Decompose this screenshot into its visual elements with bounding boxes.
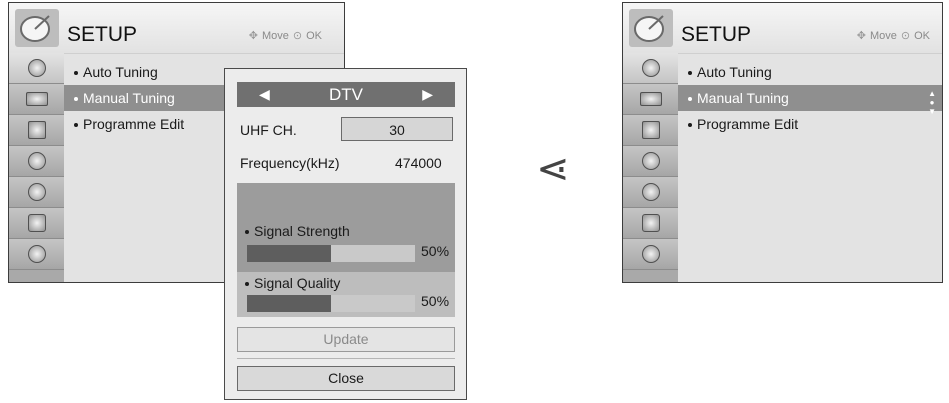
channel-input[interactable]: 30 xyxy=(341,117,453,141)
menu-title: SETUP xyxy=(681,23,752,46)
sidebar-item-audio[interactable] xyxy=(623,115,678,146)
sidebar-item-picture[interactable] xyxy=(623,84,678,115)
menu-header: SETUP ✥ Move ⊙ OK xyxy=(9,3,344,54)
suitcase-icon xyxy=(641,214,660,232)
signal-panel: Signal Strength 50% Signal Quality 50% xyxy=(237,183,455,317)
menu-item-programme-edit[interactable]: Programme Edit xyxy=(678,111,942,137)
signal-quality-bar xyxy=(247,295,415,312)
sidebar-item-picture[interactable] xyxy=(9,84,64,115)
move-hint: Move xyxy=(261,29,289,42)
ok-hint: OK xyxy=(914,29,930,42)
setup-dish-icon xyxy=(629,9,673,47)
manual-tuning-dialog: ◀ DTV ▶ UHF CH. 30 Frequency(kHz) 474000… xyxy=(224,68,467,400)
lock-icon xyxy=(27,183,46,201)
lock-icon xyxy=(641,183,660,201)
sidebar-item-lock[interactable] xyxy=(623,177,678,208)
menu-list: Auto Tuning Manual Tuning ▲ ● ▼ Programme … xyxy=(678,53,942,282)
signal-quality-value: 50% xyxy=(421,293,450,309)
signal-strength-value: 50% xyxy=(421,243,450,259)
sidebar-item-lock[interactable] xyxy=(9,177,64,208)
suitcase-icon xyxy=(27,214,46,232)
sidebar-item-input[interactable] xyxy=(9,239,64,270)
signal-strength-fill xyxy=(247,245,331,262)
sidebar-item-setup[interactable] xyxy=(9,53,64,84)
tv-screen-icon xyxy=(25,92,48,106)
signal-quality-label: Signal Quality xyxy=(245,275,340,291)
sidebar-item-time[interactable] xyxy=(9,146,64,177)
menu-item-manual-tuning[interactable]: Manual Tuning ▲ ● ▼ xyxy=(678,85,942,116)
channel-label: UHF CH. xyxy=(240,122,297,138)
right-setup-menu: SETUP ✥ Move ⊙ OK Auto Tuning Manual Tun… xyxy=(622,2,943,283)
category-sidebar xyxy=(623,53,678,282)
divider xyxy=(237,358,455,359)
speaker-icon xyxy=(27,121,46,139)
sidebar-item-option[interactable] xyxy=(9,208,64,239)
mode-value: DTV xyxy=(329,84,363,104)
signal-quality-fill xyxy=(247,295,331,312)
move-hint: Move xyxy=(869,29,897,42)
sidebar-item-input[interactable] xyxy=(623,239,678,270)
satellite-dish-icon xyxy=(641,59,660,77)
setup-dish-icon xyxy=(15,9,59,47)
menu-item-auto-tuning[interactable]: Auto Tuning xyxy=(678,59,942,85)
ok-icon: ⊙ xyxy=(900,30,911,42)
menu-hints: ✥ Move ⊙ OK xyxy=(856,29,930,43)
move-arrows-icon: ✥ xyxy=(856,30,866,42)
globe-icon xyxy=(641,245,660,263)
menu-hints: ✥ Move ⊙ OK xyxy=(248,29,322,43)
category-sidebar xyxy=(9,53,64,282)
signal-strength-label: Signal Strength xyxy=(245,223,350,239)
sidebar-item-time[interactable] xyxy=(623,146,678,177)
menu-title: SETUP xyxy=(67,23,138,46)
mode-selector[interactable]: ◀ DTV ▶ xyxy=(237,82,455,107)
satellite-dish-icon xyxy=(27,59,46,77)
frequency-value: 474000 xyxy=(395,155,442,171)
sidebar-item-option[interactable] xyxy=(623,208,678,239)
move-arrows-icon: ✥ xyxy=(248,30,258,42)
signal-strength-bar xyxy=(247,245,415,262)
update-button[interactable]: Update xyxy=(237,327,455,352)
menu-header: SETUP ✥ Move ⊙ OK xyxy=(623,3,942,54)
ok-hint: OK xyxy=(306,29,322,42)
clock-icon xyxy=(27,152,46,170)
clock-icon xyxy=(641,152,660,170)
arrow-right-icon[interactable]: ▶ xyxy=(422,86,433,103)
globe-icon xyxy=(27,245,46,263)
transition-arrow-icon: ⋖ xyxy=(536,146,570,192)
arrow-left-icon[interactable]: ◀ xyxy=(259,86,270,103)
close-button[interactable]: Close xyxy=(237,366,455,391)
sidebar-item-setup[interactable] xyxy=(623,53,678,84)
tv-screen-icon xyxy=(639,92,662,106)
ok-icon: ⊙ xyxy=(292,30,303,42)
sidebar-item-audio[interactable] xyxy=(9,115,64,146)
speaker-icon xyxy=(641,121,660,139)
frequency-label: Frequency(kHz) xyxy=(240,155,340,171)
